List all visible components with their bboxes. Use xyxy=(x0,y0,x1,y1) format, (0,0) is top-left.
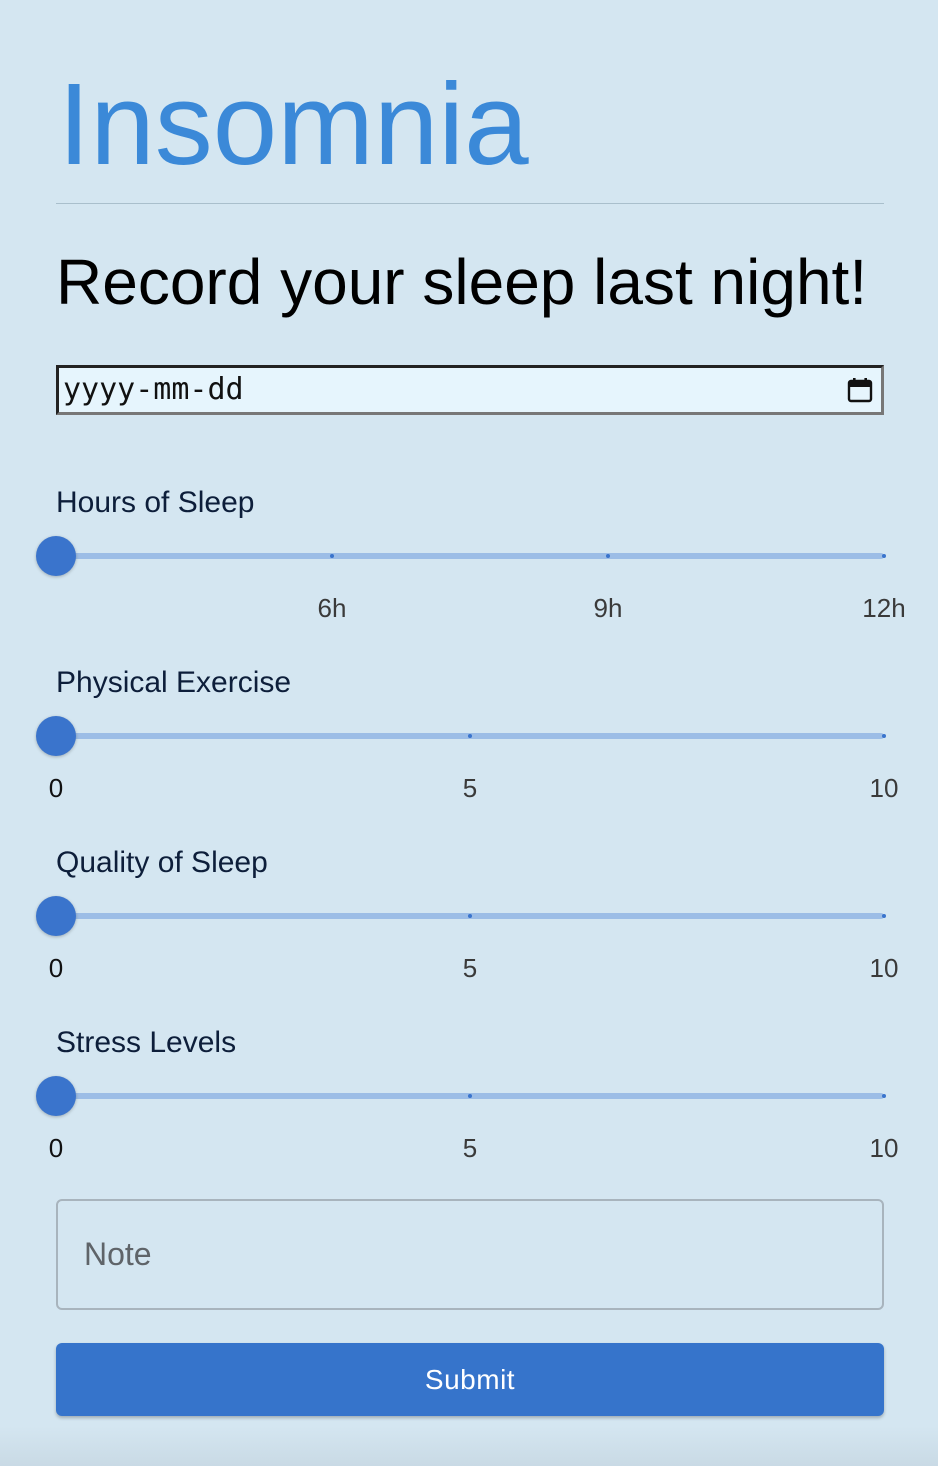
slider-track[interactable] xyxy=(54,913,886,919)
app-title: Insomnia xyxy=(58,59,529,189)
slider-label: Physical Exercise xyxy=(56,666,292,699)
slider-mark-label: 10 xyxy=(869,953,899,983)
title-divider xyxy=(56,203,884,204)
slider-mark-label: 0 xyxy=(48,953,64,983)
slider-tick xyxy=(468,734,472,738)
slider-mark-label: 0 xyxy=(48,773,64,803)
slider-mark-label: 5 xyxy=(462,773,478,803)
slider-label: Hours of Sleep xyxy=(56,486,255,519)
slider-thumb[interactable] xyxy=(36,896,76,936)
slider-mark-label: 5 xyxy=(462,953,478,983)
date-field[interactable]: yyyy-mm-dd xyxy=(56,365,884,415)
slider-tick xyxy=(468,914,472,918)
form-heading: Record your sleep last night! xyxy=(56,246,868,318)
slider-thumb[interactable] xyxy=(36,1076,76,1116)
slider-mark-label: 0 xyxy=(48,1133,64,1163)
calendar-icon[interactable] xyxy=(847,377,873,403)
slider-track[interactable] xyxy=(54,1093,886,1099)
slider-thumb[interactable] xyxy=(36,536,76,576)
slider-mark-label: 12h xyxy=(862,593,906,623)
slider-tick xyxy=(468,1094,472,1098)
slider-tick xyxy=(330,554,334,558)
submit-button[interactable]: Submit xyxy=(56,1343,884,1416)
slider-mark-label: 6h xyxy=(317,593,347,623)
bottom-fade xyxy=(0,1426,938,1466)
slider-tick xyxy=(882,554,886,558)
slider-tick xyxy=(882,1094,886,1098)
slider-track[interactable] xyxy=(54,733,886,739)
slider-mark-label: 9h xyxy=(593,593,623,623)
slider-tick xyxy=(606,554,610,558)
slider-tick xyxy=(882,914,886,918)
slider-label: Stress Levels xyxy=(56,1026,237,1059)
slider-label: Quality of Sleep xyxy=(56,846,268,879)
note-input[interactable] xyxy=(56,1199,884,1310)
slider-mark-label: 5 xyxy=(462,1133,478,1163)
slider-track[interactable] xyxy=(56,553,886,559)
slider-mark-label: 10 xyxy=(869,773,899,803)
slider-thumb[interactable] xyxy=(36,716,76,756)
slider-tick xyxy=(882,734,886,738)
date-placeholder: yyyy-mm-dd xyxy=(63,372,244,407)
slider-mark-label: 10 xyxy=(869,1133,899,1163)
